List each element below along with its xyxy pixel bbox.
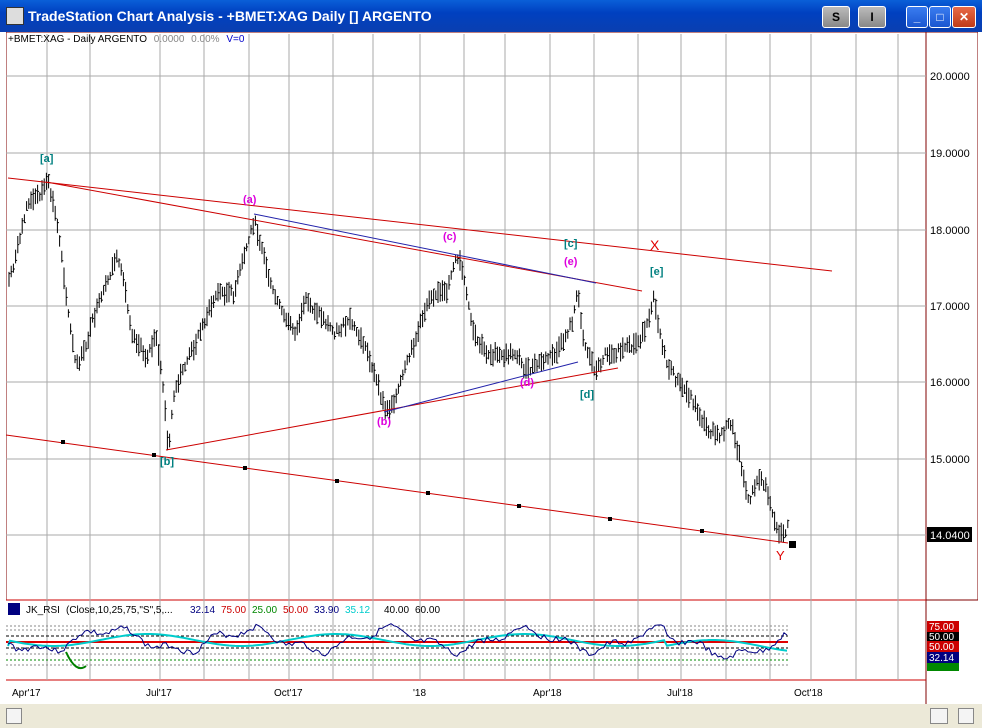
indicator-value: 32.14 <box>190 605 215 616</box>
indicator-axis: 75.00 50.00 50.00 32.14 <box>927 621 959 671</box>
indicator-axis-label: 32.14 <box>929 653 954 664</box>
time-tick: Oct'18 <box>794 688 823 699</box>
chart-window: TradeStation Chart Analysis - +BMET:XAG … <box>0 0 982 728</box>
wave-label: (a) <box>243 194 257 206</box>
s-button[interactable]: S <box>822 6 850 28</box>
volume-value: V=0 <box>226 34 245 45</box>
time-tick: Jul'18 <box>667 688 693 699</box>
price-tick: 18.0000 <box>930 225 970 237</box>
scroll-right-icon[interactable] <box>958 708 974 724</box>
minimize-button[interactable]: _ <box>906 6 928 28</box>
window-title: TradeStation Chart Analysis - +BMET:XAG … <box>28 8 432 24</box>
indicator-value: 75.00 <box>221 605 246 616</box>
time-tick: Apr'18 <box>533 688 562 699</box>
wave-label: (c) <box>443 231 457 243</box>
symbol-label: +BMET:XAG - Daily ARGENTO <box>8 34 148 45</box>
maximize-button[interactable]: □ <box>929 6 951 28</box>
title-bar[interactable]: TradeStation Chart Analysis - +BMET:XAG … <box>0 0 982 32</box>
wave-label: Y <box>776 548 785 563</box>
indicator-name: JK_RSI <box>26 605 60 616</box>
last-price-label: 14.0400 <box>930 530 970 542</box>
indicator-value: 40.00 <box>384 605 409 616</box>
indicator-value: 50.00 <box>283 605 308 616</box>
chart-area[interactable]: 20.0000 19.0000 18.0000 17.0000 16.0000 … <box>5 31 979 704</box>
indicator-value: 33.90 <box>314 605 339 616</box>
price-tick: 19.0000 <box>930 148 970 160</box>
price-tick: 17.0000 <box>930 301 970 313</box>
chart-header: +BMET:XAG - Daily ARGENTO 0.0000 0.00% V… <box>8 34 244 45</box>
i-button[interactable]: I <box>858 6 886 28</box>
close-button[interactable]: ✕ <box>952 6 976 28</box>
indicator-value: 35.12 <box>345 605 370 616</box>
change-pct: 0.00% <box>191 34 220 45</box>
indicator-value: 60.00 <box>415 605 440 616</box>
wave-label: [e] <box>650 266 664 278</box>
scroll-left-icon[interactable] <box>6 708 22 724</box>
time-tick: Oct'17 <box>274 688 303 699</box>
indicator-value: 25.00 <box>252 605 277 616</box>
time-tick: '18 <box>413 688 426 699</box>
price-tick: 16.0000 <box>930 377 970 389</box>
scroll-thumb[interactable] <box>930 708 948 724</box>
wave-label: (b) <box>377 416 391 428</box>
indicator-header: JK_RSI (Close,10,25,75,"S",5,... 32.14 7… <box>26 605 440 616</box>
change-value: 0.0000 <box>153 34 185 45</box>
price-tick: 20.0000 <box>930 71 970 83</box>
app-icon <box>6 7 24 25</box>
wave-label: [c] <box>564 238 578 250</box>
price-tick: 15.0000 <box>930 454 970 466</box>
indicator-icon <box>8 603 20 615</box>
time-tick: Apr'17 <box>12 688 41 699</box>
indicator-params: (Close,10,25,75,"S",5,... <box>66 605 173 616</box>
wave-label: (e) <box>564 256 578 268</box>
indicator-axis-label: 50.00 <box>929 642 954 653</box>
wave-label: (d) <box>520 377 534 389</box>
wave-label: X <box>650 237 660 253</box>
wave-label: [d] <box>580 389 594 401</box>
time-tick: Jul'17 <box>146 688 172 699</box>
price-chart-svg[interactable]: 20.0000 19.0000 18.0000 17.0000 16.0000 … <box>5 31 979 704</box>
time-axis: Apr'17 Jul'17 Oct'17 '18 Apr'18 Jul'18 O… <box>12 688 823 699</box>
wave-label: [a] <box>40 153 54 165</box>
wave-label: [b] <box>160 456 174 468</box>
horizontal-scrollbar[interactable] <box>0 704 982 728</box>
